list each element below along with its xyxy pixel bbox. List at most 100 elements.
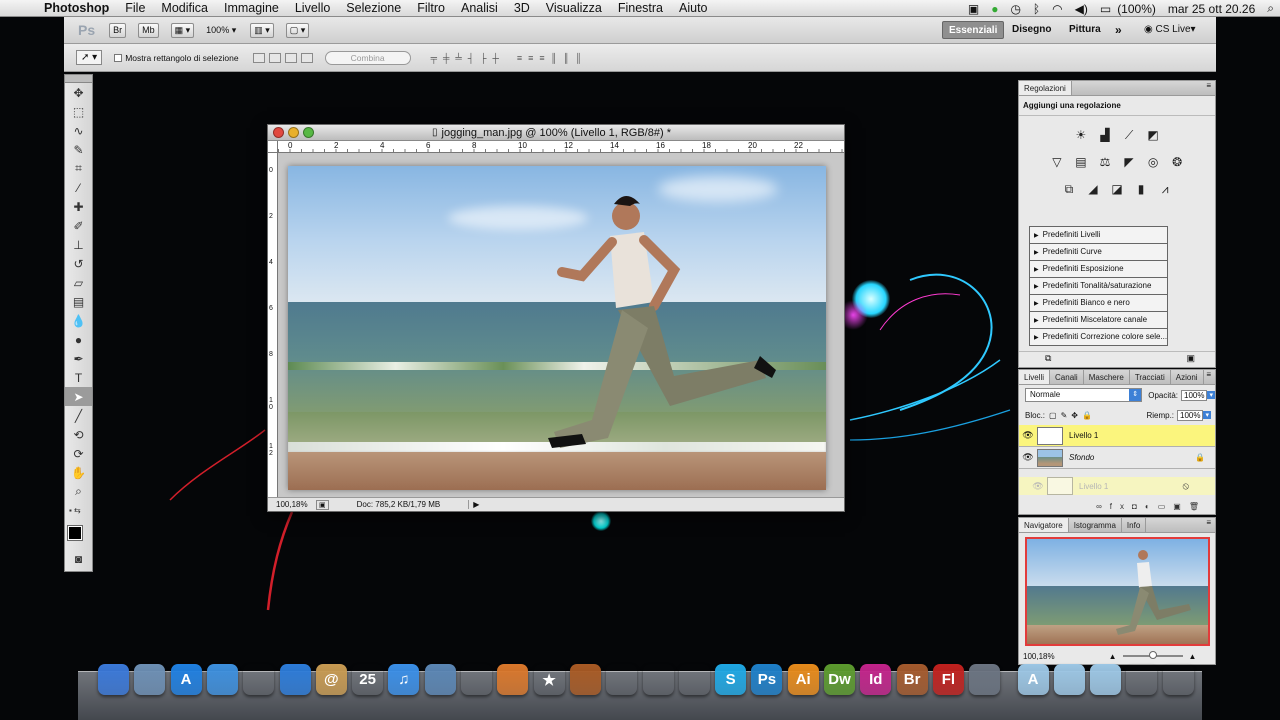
dock-textedit-icon[interactable] bbox=[643, 664, 674, 695]
screen-mode-button[interactable]: ▢ ▾ bbox=[285, 22, 310, 38]
delete-layer-icon[interactable]: 🗑 bbox=[1189, 502, 1207, 511]
color-balance-icon[interactable]: ⚖ bbox=[1096, 155, 1113, 170]
selective-color-icon[interactable]: ⩘ bbox=[1157, 182, 1174, 197]
menu-select[interactable]: Selezione bbox=[338, 1, 409, 15]
dock-preview-icon[interactable] bbox=[134, 664, 166, 695]
3d-orbit-tool-icon[interactable]: ⟳ bbox=[65, 444, 92, 463]
align-op-2-icon[interactable] bbox=[268, 52, 281, 63]
dock-photoshop-icon[interactable]: Ps bbox=[751, 664, 783, 695]
healing-brush-tool-icon[interactable]: ✚ bbox=[65, 197, 92, 216]
tab-info[interactable]: Info bbox=[1122, 518, 1147, 532]
gradient-tool-icon[interactable]: ▤ bbox=[65, 292, 92, 311]
new-group-icon[interactable]: ▭ bbox=[1158, 502, 1174, 511]
canvas-image[interactable] bbox=[288, 166, 826, 490]
status-menu-arrow-icon[interactable]: ▶ bbox=[468, 500, 479, 509]
menu-edit[interactable]: Modifica bbox=[153, 1, 216, 15]
preset-black-white[interactable]: ▶ Predefiniti Bianco e nero bbox=[1030, 295, 1167, 312]
black-white-icon[interactable]: ◤ bbox=[1121, 155, 1138, 170]
auto-select-checkbox[interactable] bbox=[114, 53, 123, 62]
zoom-tool-icon[interactable]: ⌕ bbox=[65, 482, 92, 501]
visibility-eye-icon[interactable]: 👁 bbox=[1019, 430, 1037, 441]
clock-icon[interactable]: ◷ bbox=[1010, 2, 1020, 16]
layer-row-livello-1[interactable]: 👁 Livello 1 bbox=[1019, 425, 1215, 447]
zoom-in-icon[interactable]: ▲ bbox=[1189, 652, 1197, 661]
dodge-tool-icon[interactable]: ● bbox=[65, 330, 92, 349]
link-layers-icon[interactable]: ∞ bbox=[1096, 502, 1110, 511]
bluetooth-icon[interactable]: ᛒ bbox=[1033, 2, 1040, 16]
launch-minibridge-button[interactable]: Mb bbox=[138, 22, 159, 38]
workspace-essentials-button[interactable]: Essenziali bbox=[942, 21, 1005, 39]
path-selection-tool-icon[interactable]: ➤ bbox=[65, 387, 92, 406]
fill-arrow-icon[interactable]: ▾ bbox=[1203, 411, 1211, 419]
align-op-1-icon[interactable] bbox=[252, 52, 265, 63]
workspace-painting-button[interactable]: Pittura bbox=[1069, 21, 1101, 39]
sync-icon[interactable]: ● bbox=[991, 2, 998, 16]
layer-name[interactable]: Sfondo bbox=[1069, 453, 1094, 462]
align-icons[interactable]: ╤╪╧┤├┼ bbox=[431, 53, 505, 63]
tab-masks[interactable]: Maschere bbox=[1084, 370, 1130, 384]
lock-transparent-icon[interactable]: ▢ bbox=[1049, 411, 1057, 420]
dock-photo-booth-icon[interactable] bbox=[461, 664, 492, 695]
dock-system-preferences-icon[interactable] bbox=[606, 664, 637, 695]
dock-documents-folder-icon[interactable] bbox=[1053, 664, 1085, 695]
toolbox-header[interactable] bbox=[65, 75, 92, 83]
menu-help[interactable]: Aiuto bbox=[671, 1, 716, 15]
preset-selective-color[interactable]: ▶ Predefiniti Correzione colore sele... bbox=[1030, 329, 1167, 346]
opacity-input[interactable]: 100% bbox=[1181, 389, 1208, 401]
posterize-icon[interactable]: ◢ bbox=[1084, 182, 1101, 197]
dock-imovie-icon[interactable]: ★ bbox=[534, 664, 565, 695]
dock-stack-folder-icon[interactable] bbox=[1126, 664, 1157, 695]
marquee-tool-icon[interactable]: ⬚ bbox=[65, 102, 92, 121]
clock-text[interactable]: mar 25 ott 20.26 bbox=[1168, 2, 1255, 16]
dock-calculator-icon[interactable] bbox=[679, 664, 710, 695]
blend-mode-select[interactable]: Normale ⇕ bbox=[1025, 388, 1143, 402]
dock-dashboard-icon[interactable] bbox=[243, 664, 274, 695]
battery-icon[interactable]: ▭ bbox=[1100, 2, 1111, 16]
vibrance-icon[interactable]: ▽ bbox=[1048, 155, 1065, 170]
menu-layer[interactable]: Livello bbox=[287, 1, 338, 15]
dock-dreamweaver-icon[interactable]: Dw bbox=[824, 664, 855, 695]
dock-itunes-icon[interactable]: ♫ bbox=[388, 664, 420, 695]
blur-tool-icon[interactable]: 💧 bbox=[65, 311, 92, 330]
preset-channel-mixer[interactable]: ▶ Predefiniti Miscelatore canale bbox=[1030, 312, 1167, 329]
new-layer-icon[interactable]: ▣ bbox=[1173, 502, 1189, 511]
dock-ical-icon[interactable]: 25 bbox=[352, 664, 383, 695]
invert-icon[interactable]: ⧉ bbox=[1060, 182, 1077, 197]
dock-indesign-icon[interactable]: Id bbox=[860, 664, 892, 695]
visibility-eye-icon[interactable]: 👁 bbox=[1019, 452, 1037, 463]
view-extras-button[interactable]: ▦ ▾ bbox=[170, 22, 195, 38]
document-titlebar[interactable]: ▯ jogging_man.jpg @ 100% (Livello 1, RGB… bbox=[268, 125, 844, 141]
move-tool-icon[interactable]: ✥ bbox=[65, 83, 92, 102]
panel-menu-icon[interactable]: ≡ bbox=[1206, 518, 1211, 532]
ruler-origin-corner[interactable] bbox=[268, 141, 278, 153]
menu-analysis[interactable]: Analisi bbox=[453, 1, 506, 15]
zoom-slider[interactable] bbox=[1122, 651, 1183, 659]
lasso-tool-icon[interactable]: ∿ bbox=[65, 121, 92, 140]
align-op-3-icon[interactable] bbox=[284, 52, 297, 63]
tab-histogram[interactable]: Istogramma bbox=[1069, 518, 1122, 532]
zoom-level-select[interactable]: 100% ▾ bbox=[206, 25, 236, 36]
status-icon[interactable]: ▣ bbox=[316, 499, 329, 510]
zoom-slider-thumb[interactable] bbox=[1148, 651, 1157, 659]
gradient-map-icon[interactable]: ▮ bbox=[1133, 182, 1150, 197]
layer-row-sfondo[interactable]: 👁 Sfondo 🔒 bbox=[1019, 447, 1215, 469]
tab-adjustments[interactable]: Regolazioni bbox=[1019, 81, 1072, 95]
cs-live-button[interactable]: ◉ CS Live▾ bbox=[1144, 21, 1196, 39]
shape-tool-icon[interactable]: ╱ bbox=[65, 406, 92, 425]
layer-style-icon[interactable]: fx bbox=[1110, 502, 1132, 511]
pen-tool-icon[interactable]: ✒ bbox=[65, 349, 92, 368]
preset-levels[interactable]: ▶ Predefiniti Livelli bbox=[1030, 227, 1167, 244]
combine-button[interactable]: Combina bbox=[324, 50, 411, 65]
dock-illustrator-icon[interactable]: Ai bbox=[787, 664, 819, 695]
zoom-window-button[interactable] bbox=[303, 127, 314, 138]
menu-filter[interactable]: Filtro bbox=[409, 1, 453, 15]
dock-iphoto-icon[interactable] bbox=[424, 664, 456, 695]
dock-applications-folder-icon[interactable]: A bbox=[1017, 664, 1049, 695]
curves-icon[interactable]: ⟋ bbox=[1121, 128, 1138, 143]
quick-mask-icon[interactable]: ◙ bbox=[65, 549, 92, 568]
move-tool-preset-icon[interactable]: ➚ ▾ bbox=[76, 50, 103, 65]
hand-tool-icon[interactable]: ✋ bbox=[65, 463, 92, 482]
quick-select-tool-icon[interactable]: ✎ bbox=[65, 140, 92, 159]
dock-garageband-icon[interactable] bbox=[569, 664, 601, 695]
workspace-design-button[interactable]: Disegno bbox=[1012, 21, 1051, 39]
